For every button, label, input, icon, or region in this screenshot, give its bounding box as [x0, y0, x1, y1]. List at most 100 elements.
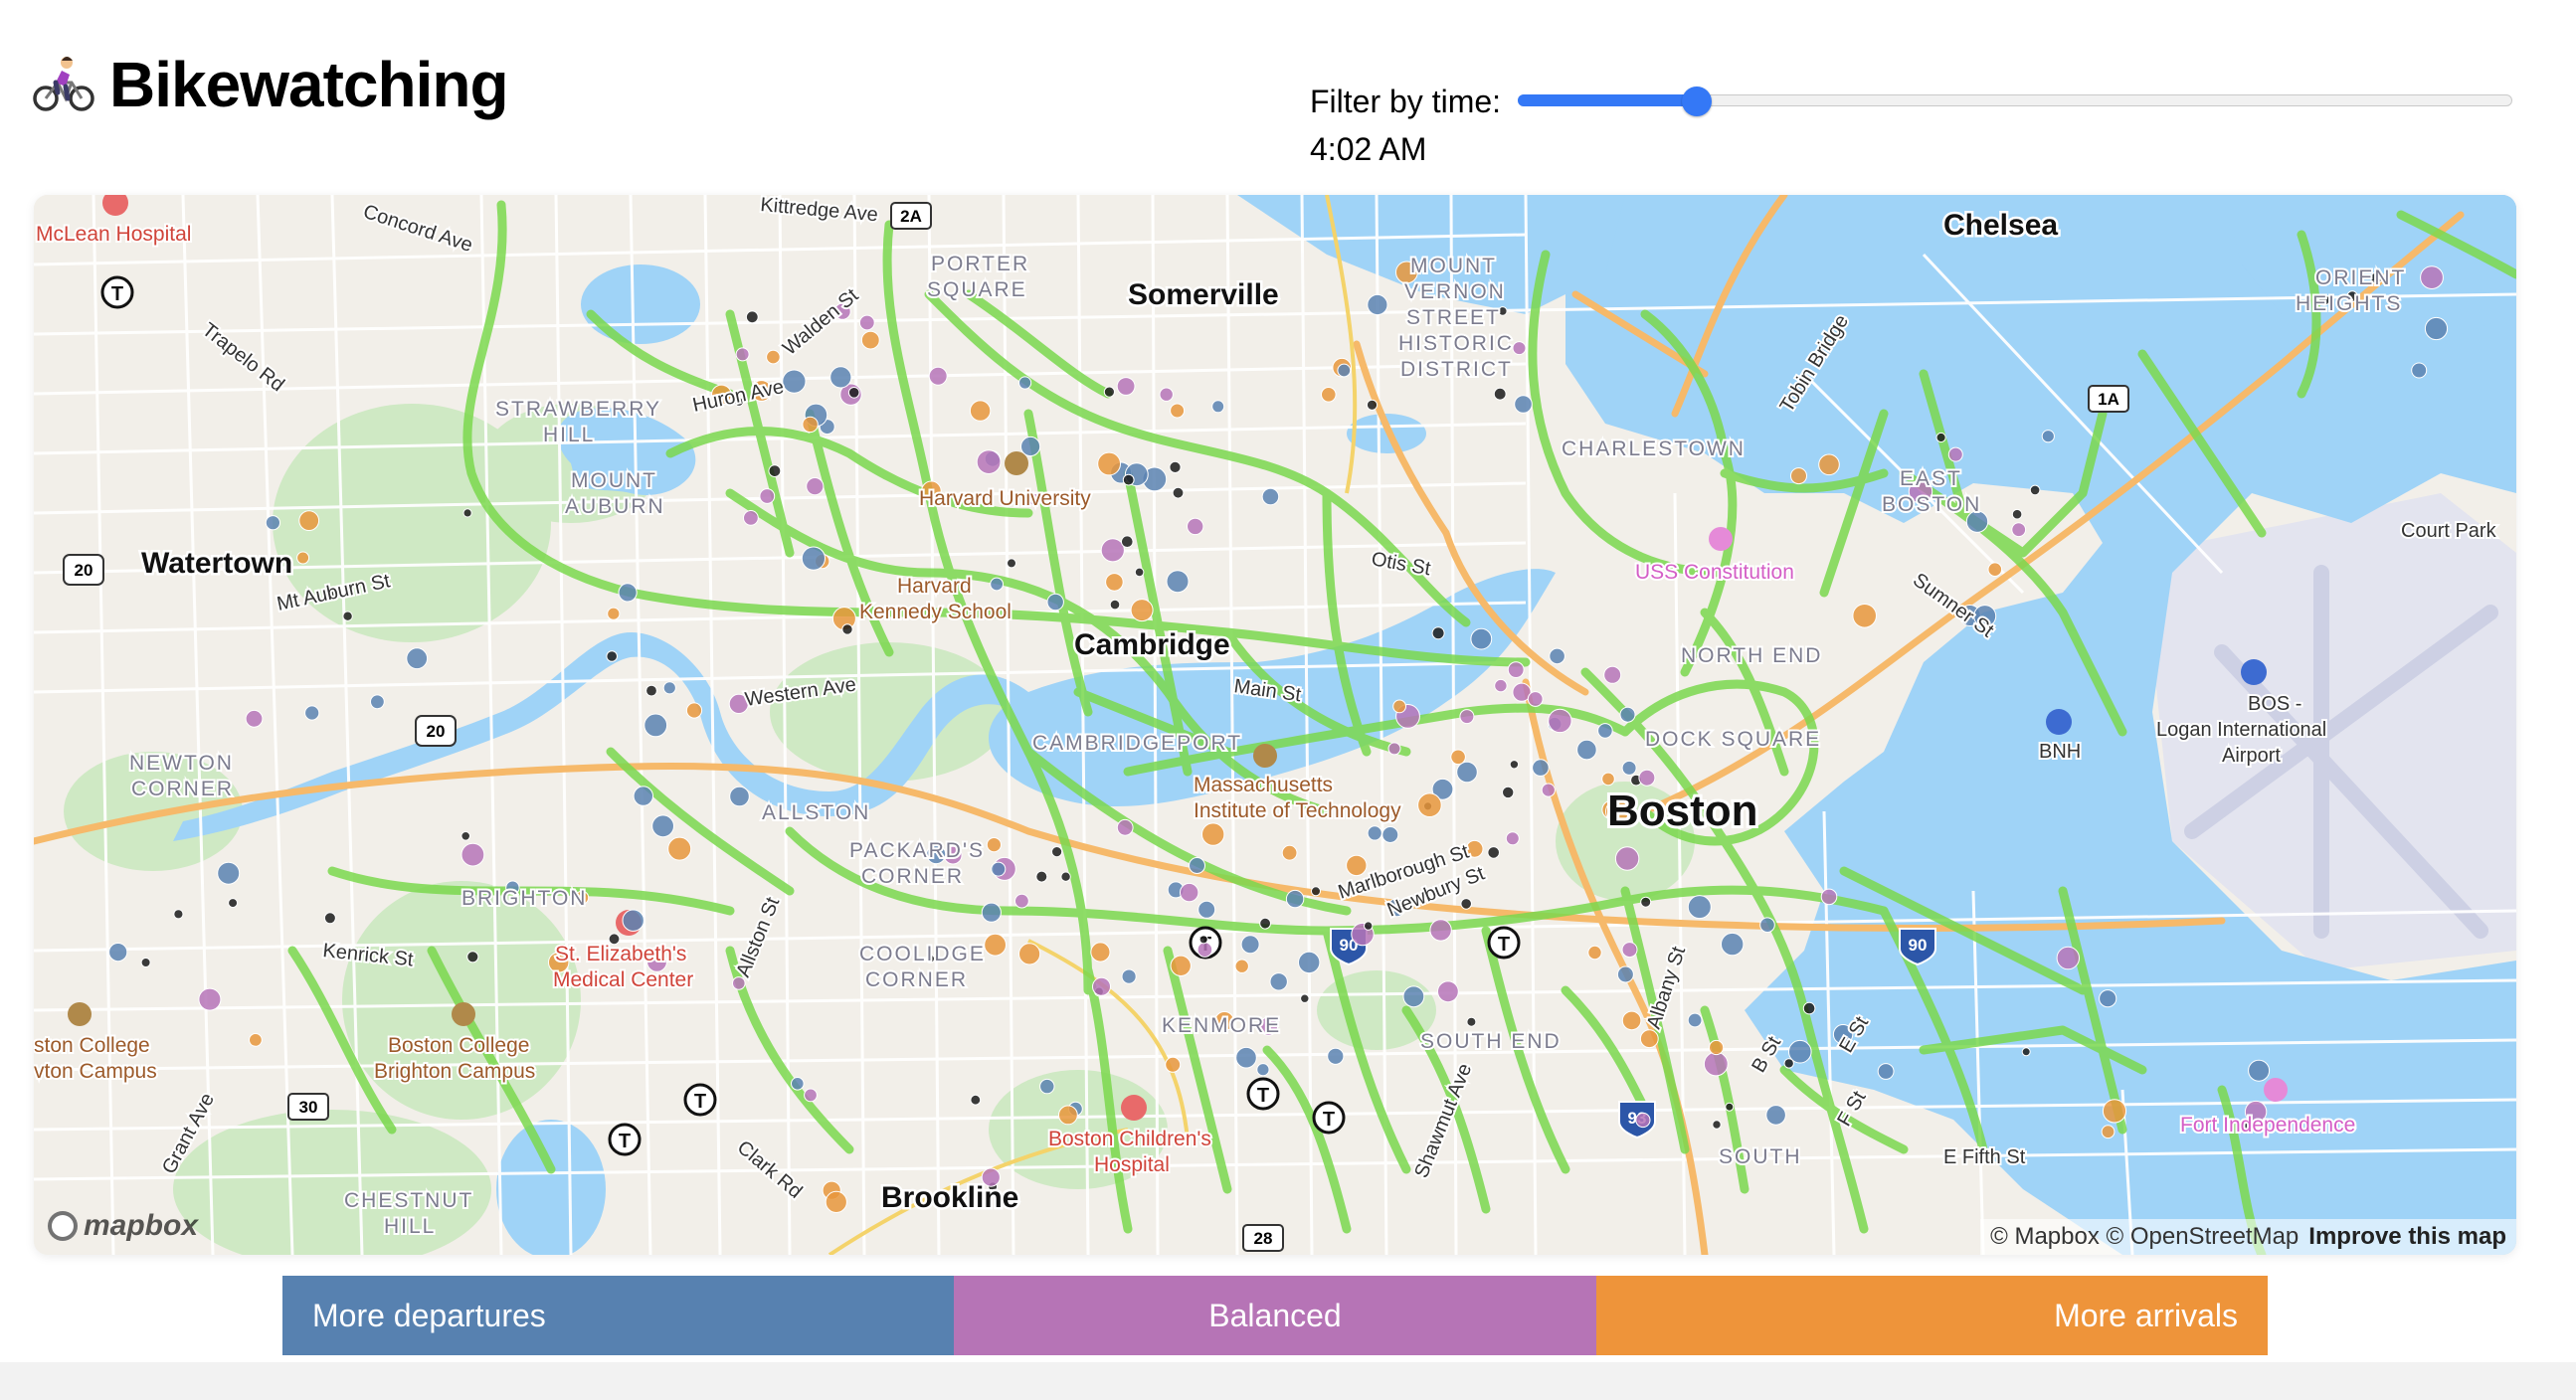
station-marker[interactable] — [745, 310, 759, 324]
station-marker[interactable] — [298, 510, 320, 532]
station-marker[interactable] — [1256, 1063, 1270, 1077]
station-marker[interactable] — [1285, 889, 1305, 909]
station-marker[interactable] — [1638, 769, 1656, 787]
station-marker[interactable] — [1105, 573, 1124, 592]
station-marker[interactable] — [1103, 386, 1116, 398]
station-marker[interactable] — [265, 515, 280, 531]
station-marker[interactable] — [806, 477, 825, 496]
station-marker[interactable] — [743, 510, 759, 526]
station-marker[interactable] — [1725, 1102, 1735, 1112]
station-marker[interactable] — [1014, 893, 1029, 909]
station-marker[interactable] — [825, 1190, 847, 1214]
station-marker[interactable] — [1587, 945, 1602, 961]
station-marker[interactable] — [2041, 430, 2055, 443]
station-marker[interactable] — [1366, 399, 1379, 411]
station-marker[interactable] — [406, 647, 429, 670]
station-marker[interactable] — [1281, 844, 1298, 861]
station-marker[interactable] — [1548, 708, 1572, 734]
station-marker[interactable] — [1166, 570, 1190, 594]
station-marker[interactable] — [2029, 484, 2041, 496]
station-marker[interactable] — [1035, 870, 1048, 883]
station-marker[interactable] — [1456, 761, 1478, 784]
station-marker[interactable] — [841, 623, 853, 635]
station-marker[interactable] — [1100, 538, 1125, 563]
station-marker[interactable] — [1709, 1039, 1725, 1056]
station-marker[interactable] — [140, 958, 151, 967]
station-marker[interactable] — [1466, 1016, 1477, 1027]
slider-thumb[interactable] — [1682, 87, 1712, 116]
station-marker[interactable] — [217, 861, 241, 885]
station-marker[interactable] — [1512, 341, 1527, 356]
station-marker[interactable] — [782, 369, 807, 394]
station-marker[interactable] — [2056, 946, 2081, 970]
station-marker[interactable] — [1109, 599, 1121, 611]
station-marker[interactable] — [108, 943, 128, 962]
station-marker[interactable] — [1601, 772, 1615, 787]
station-marker[interactable] — [1635, 1112, 1651, 1129]
station-marker[interactable] — [304, 705, 320, 721]
station-marker[interactable] — [1165, 1056, 1182, 1073]
station-marker[interactable] — [1619, 706, 1636, 723]
station-marker[interactable] — [1987, 562, 2003, 578]
map-container[interactable]: 2A 1A 20 20 30 28 93 90 90 T T T T T T T — [34, 195, 2516, 1255]
attribution-text[interactable]: © Mapbox © OpenStreetMap — [1990, 1223, 2299, 1251]
station-marker[interactable] — [759, 488, 776, 504]
station-marker[interactable] — [1381, 826, 1399, 843]
station-marker[interactable] — [1321, 387, 1337, 403]
mapbox-logo[interactable]: mapbox — [48, 1209, 198, 1243]
station-marker[interactable] — [1576, 739, 1597, 761]
station-marker[interactable] — [662, 681, 676, 695]
station-marker[interactable] — [1018, 376, 1032, 390]
station-marker[interactable] — [1211, 400, 1225, 414]
station-marker[interactable] — [1487, 846, 1500, 859]
station-marker[interactable] — [633, 786, 653, 806]
station-marker[interactable] — [970, 1094, 982, 1106]
station-marker[interactable] — [1527, 691, 1544, 707]
station-marker[interactable] — [1159, 387, 1174, 402]
time-slider[interactable] — [1518, 87, 2512, 116]
station-marker[interactable] — [460, 831, 471, 841]
station-marker[interactable] — [1603, 665, 1622, 684]
station-marker[interactable] — [1790, 467, 1807, 485]
station-marker[interactable] — [1783, 1058, 1794, 1069]
station-marker[interactable] — [1346, 854, 1368, 877]
station-marker[interactable] — [732, 976, 746, 990]
station-marker[interactable] — [1877, 1063, 1895, 1080]
station-marker[interactable] — [1046, 593, 1064, 612]
station-marker[interactable] — [466, 951, 479, 963]
station-marker[interactable] — [618, 583, 638, 603]
station-marker[interactable] — [1122, 473, 1135, 486]
station-marker[interactable] — [1460, 898, 1472, 910]
station-marker[interactable] — [1058, 1105, 1078, 1126]
station-marker[interactable] — [1614, 846, 1640, 871]
station-marker[interactable] — [1196, 942, 1213, 958]
station-marker[interactable] — [1687, 1012, 1703, 1028]
station-marker[interactable] — [1051, 846, 1063, 858]
station-marker[interactable] — [2424, 316, 2449, 341]
station-marker[interactable] — [1311, 886, 1321, 897]
station-marker[interactable] — [198, 987, 222, 1011]
station-marker[interactable] — [1687, 895, 1712, 920]
station-marker[interactable] — [1703, 1051, 1729, 1077]
station-marker[interactable] — [766, 349, 781, 365]
station-marker[interactable] — [1367, 293, 1388, 316]
station-marker[interactable] — [1429, 919, 1452, 942]
station-marker[interactable] — [1459, 709, 1475, 725]
station-marker[interactable] — [1505, 831, 1520, 846]
station-marker[interactable] — [1597, 723, 1613, 739]
station-marker[interactable] — [1431, 626, 1445, 640]
station-marker[interactable] — [1640, 896, 1652, 908]
station-marker[interactable] — [1759, 917, 1775, 934]
station-marker[interactable] — [342, 611, 353, 621]
station-marker[interactable] — [1327, 1047, 1345, 1065]
station-marker[interactable] — [1261, 487, 1280, 506]
station-marker[interactable] — [667, 836, 692, 861]
station-marker[interactable] — [1169, 460, 1182, 473]
station-marker[interactable] — [249, 1033, 263, 1047]
station-marker[interactable] — [1060, 871, 1071, 882]
station-marker[interactable] — [1235, 1046, 1257, 1069]
station-marker[interactable] — [1639, 1029, 1659, 1049]
station-marker[interactable] — [729, 786, 750, 807]
station-marker[interactable] — [1417, 792, 1442, 818]
station-marker[interactable] — [847, 387, 860, 399]
